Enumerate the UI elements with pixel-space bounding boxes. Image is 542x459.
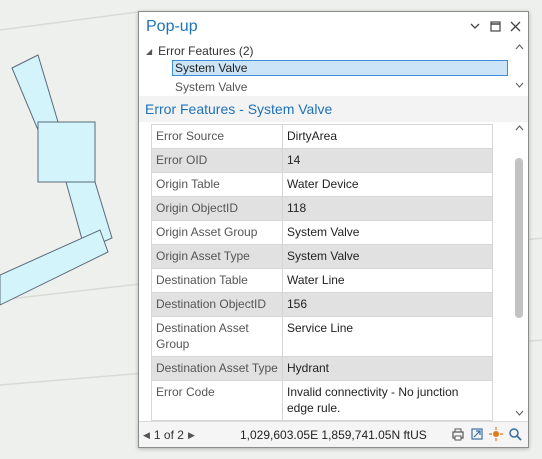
attribute-scrollbar[interactable] xyxy=(512,122,526,421)
attribute-row: Origin Table Water Device xyxy=(151,172,493,197)
attribute-row: Destination ObjectID 156 xyxy=(151,292,493,317)
coordinates-readout: 1,029,603.05E 1,859,741.05N ftUS xyxy=(240,428,427,442)
dropdown-icon[interactable] xyxy=(468,19,482,33)
attribute-value: Hydrant xyxy=(282,356,493,381)
popup-titlebar[interactable]: Pop-up xyxy=(139,12,528,42)
feature-title: Error Features - System Valve xyxy=(145,101,333,117)
attribute-row: Origin Asset Group System Valve xyxy=(151,220,493,245)
map-features[interactable] xyxy=(0,54,113,306)
close-icon[interactable] xyxy=(508,19,522,33)
attribute-key: Origin Asset Group xyxy=(151,220,283,245)
attribute-key: Origin Table xyxy=(151,172,283,197)
scroll-thumb[interactable] xyxy=(515,158,523,318)
zoom-icon[interactable] xyxy=(508,427,522,441)
attribute-row: Error Code Invalid connectivity - No junc… xyxy=(151,380,493,421)
attribute-row: Destination Asset Type Hydrant xyxy=(151,356,493,381)
attribute-key: Error OID xyxy=(151,148,283,173)
tree-item-selected[interactable]: System Valve xyxy=(172,60,508,76)
attribute-value: 14 xyxy=(282,148,493,173)
window-controls xyxy=(468,19,522,33)
attribute-row: Destination Table Water Line xyxy=(151,268,493,293)
attribute-row: Origin Asset Type System Valve xyxy=(151,244,493,269)
next-arrow-icon[interactable]: ▶ xyxy=(188,430,195,441)
scroll-up-icon[interactable] xyxy=(512,123,526,135)
page-navigator: ◀ 1 of 2 ▶ xyxy=(143,428,195,442)
map-road-line xyxy=(0,11,139,31)
attribute-value: Invalid connectivity - No junction edge … xyxy=(282,380,493,421)
scroll-up-icon[interactable] xyxy=(515,42,524,52)
attribute-row: Origin ObjectID 118 xyxy=(151,196,493,221)
pipe-segment[interactable] xyxy=(11,54,59,131)
attribute-value: 118 xyxy=(282,196,493,221)
attribute-key: Destination ObjectID xyxy=(151,292,283,317)
attribute-value: System Valve xyxy=(282,244,493,269)
attribute-key: Destination Asset Group xyxy=(151,316,283,357)
attribute-row: Error OID 14 xyxy=(151,148,493,173)
export-icon[interactable] xyxy=(470,427,484,441)
flash-icon[interactable] xyxy=(489,427,503,441)
tree-item[interactable]: System Valve xyxy=(175,80,247,94)
valve-feature[interactable] xyxy=(37,121,96,183)
attribute-value: Water Device xyxy=(282,172,493,197)
feature-tree[interactable]: ◢ Error Features (2) System Valve System… xyxy=(139,42,528,96)
attribute-row: Error Source DirtyArea xyxy=(151,124,493,149)
attribute-key: Destination Table xyxy=(151,268,283,293)
attribute-value: Service Line xyxy=(282,316,493,357)
attribute-panel[interactable]: Error Source DirtyArea Error OID 14 Origin T… xyxy=(139,122,528,421)
scroll-down-icon[interactable] xyxy=(515,80,524,90)
copy-icon[interactable] xyxy=(451,427,465,441)
maximize-icon[interactable] xyxy=(488,19,502,33)
collapse-triangle-icon[interactable]: ◢ xyxy=(146,47,152,56)
popup-title: Pop-up xyxy=(146,18,198,35)
page-indicator: 1 of 2 xyxy=(153,428,184,442)
attribute-table: Error Source DirtyArea Error OID 14 Origin T… xyxy=(151,124,493,421)
attribute-value: System Valve xyxy=(282,220,493,245)
tree-group-label: Error Features (2) xyxy=(158,44,254,58)
attribute-value: DirtyArea xyxy=(282,124,493,149)
status-tools xyxy=(451,427,522,441)
tree-scrollbar[interactable] xyxy=(513,42,525,90)
popup-window: Pop-up ◢ Error Features (2) System Valve… xyxy=(138,11,529,448)
attribute-value: 156 xyxy=(282,292,493,317)
popup-statusbar: ◀ 1 of 2 ▶ 1,029,603.05E 1,859,741.05N f… xyxy=(139,421,528,447)
prev-arrow-icon[interactable]: ◀ xyxy=(143,430,150,441)
attribute-row: Destination Asset Group Service Line xyxy=(151,316,493,357)
feature-header: Error Features - System Valve xyxy=(139,96,528,122)
attribute-key: Error Source xyxy=(151,124,283,149)
attribute-key: Error Code xyxy=(151,380,283,421)
attribute-key: Origin Asset Type xyxy=(151,244,283,269)
attribute-key: Destination Asset Type xyxy=(151,356,283,381)
attribute-key: Origin ObjectID xyxy=(151,196,283,221)
attribute-value: Water Line xyxy=(282,268,493,293)
scroll-down-icon[interactable] xyxy=(512,408,526,420)
tree-group[interactable]: ◢ Error Features (2) xyxy=(146,44,254,58)
